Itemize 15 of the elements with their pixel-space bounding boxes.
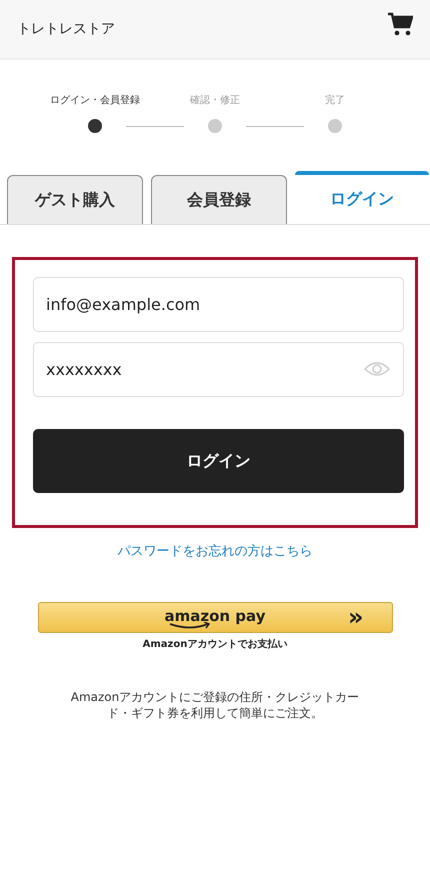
description-text: Amazonアカウントにご登録の住所・クレジットカー ド・ギフト券を利用して簡単にご注文。 — [70, 689, 360, 721]
step-label: 完了 — [324, 94, 346, 107]
tab[interactable]: 会員登録 — [151, 175, 287, 224]
amazon-pay-button[interactable]: amazon pay » — [38, 602, 392, 633]
cart-icon[interactable] — [387, 12, 413, 38]
login-button[interactable]: ログイン — [33, 429, 404, 493]
step-label: ログイン・会員登録 — [49, 94, 141, 107]
step-label: 確認・修正 — [189, 94, 241, 107]
store-title: トレトレストア — [17, 20, 115, 38]
email-field[interactable]: info@example.com — [33, 277, 404, 332]
password-field[interactable]: xxxxxxxx — [33, 342, 404, 397]
amazon-pay-caption: Amazonアカウントでお支払い — [142, 638, 288, 651]
tab[interactable]: ゲスト購入 — [7, 175, 143, 224]
smile-arrow-icon — [168, 622, 212, 630]
forgot-password-link[interactable]: パスワードをお忘れの方はこちら — [118, 542, 312, 560]
